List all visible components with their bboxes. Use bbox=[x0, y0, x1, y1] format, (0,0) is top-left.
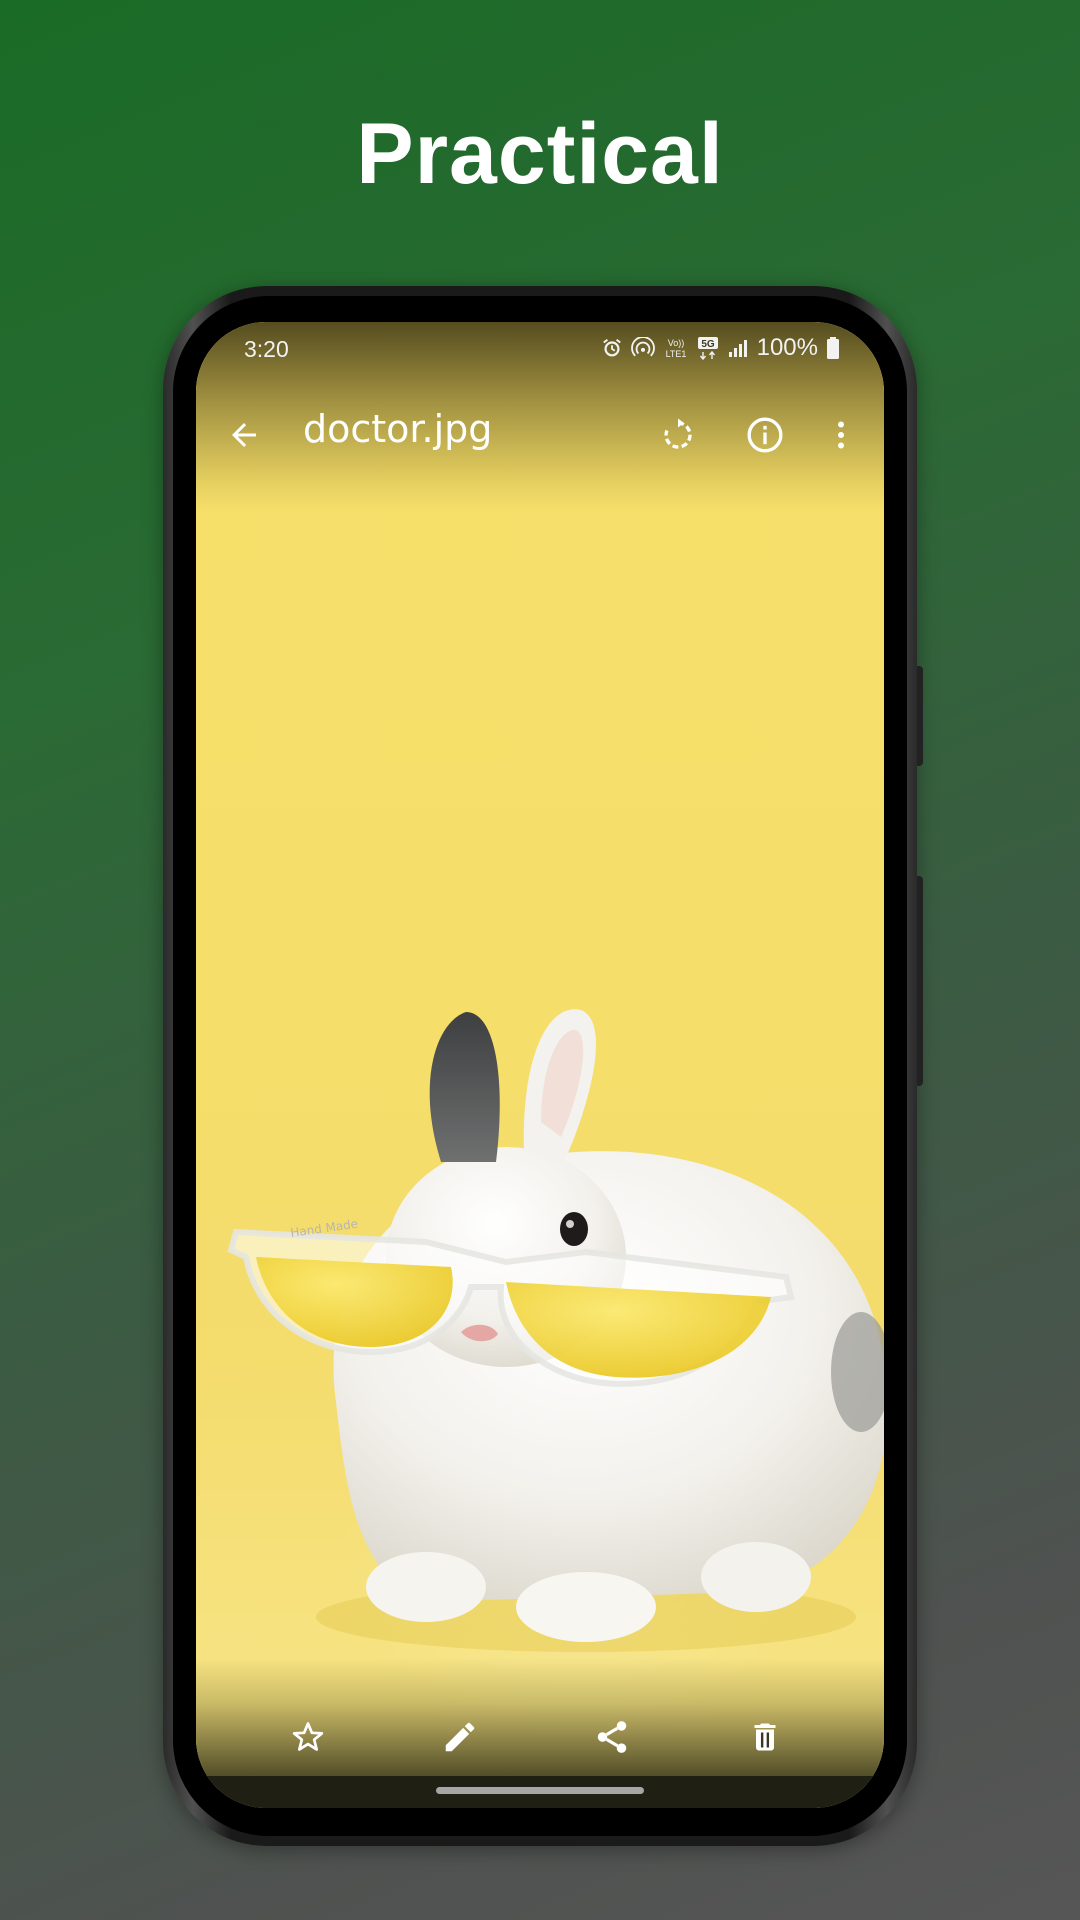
status-bar: 3:20 Vo)) LTE1 5G 100% bbox=[196, 322, 884, 382]
more-vert-icon bbox=[838, 421, 844, 449]
bottom-actions bbox=[196, 1692, 884, 1782]
share-button[interactable] bbox=[577, 1702, 647, 1772]
hotspot-icon bbox=[630, 337, 655, 357]
volte-icon: Vo)) LTE1 bbox=[665, 338, 686, 359]
info-icon bbox=[747, 417, 783, 453]
rabbit-photo: Hand Made bbox=[227, 1009, 884, 1652]
favorite-button[interactable] bbox=[273, 1702, 343, 1772]
delete-icon bbox=[754, 1723, 776, 1751]
phone-frame: Hand Made 3:20 Vo)) LTE1 5G 100% doctor.… bbox=[163, 286, 923, 1846]
battery-percent: 100% bbox=[756, 334, 818, 361]
info-button[interactable] bbox=[735, 405, 795, 465]
rotate-icon bbox=[664, 418, 692, 449]
star-icon bbox=[292, 1722, 324, 1751]
more-options-button[interactable] bbox=[811, 405, 871, 465]
svg-text:5G: 5G bbox=[701, 339, 715, 350]
edit-pencil-icon bbox=[445, 1722, 475, 1752]
svg-text:Vo)): Vo)) bbox=[667, 338, 684, 348]
share-icon bbox=[597, 1721, 627, 1753]
home-indicator[interactable] bbox=[436, 1787, 644, 1794]
signal-icon bbox=[728, 340, 747, 357]
photo-viewer[interactable]: Hand Made bbox=[196, 322, 884, 1808]
back-button[interactable] bbox=[214, 405, 274, 465]
screen: Hand Made 3:20 Vo)) LTE1 5G 100% doctor.… bbox=[196, 322, 884, 1808]
rotate-button[interactable] bbox=[648, 405, 708, 465]
battery-icon bbox=[827, 337, 839, 359]
alarm-icon bbox=[602, 338, 621, 357]
edit-button[interactable] bbox=[425, 1702, 495, 1772]
5g-icon: 5G bbox=[697, 337, 718, 360]
phone-side-button bbox=[917, 666, 923, 766]
back-arrow-icon bbox=[232, 423, 256, 447]
svg-text:LTE1: LTE1 bbox=[665, 349, 686, 359]
file-title: doctor.jpg bbox=[303, 407, 493, 451]
status-icons: Vo)) LTE1 5G 100% bbox=[601, 334, 840, 362]
phone-side-button bbox=[917, 876, 923, 1086]
delete-button[interactable] bbox=[730, 1702, 800, 1772]
headline: Practical bbox=[356, 106, 724, 202]
top-app-bar: doctor.jpg bbox=[196, 382, 884, 492]
status-time: 3:20 bbox=[244, 336, 289, 362]
